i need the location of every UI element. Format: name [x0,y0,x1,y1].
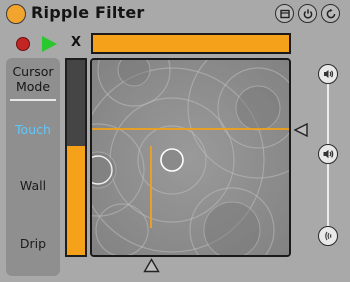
cursor-mode-divider [10,99,56,101]
x-label: X [71,35,82,50]
power-icon[interactable] [298,4,317,23]
device-activator-icon[interactable] [6,4,26,24]
layout-icon[interactable] [275,4,294,23]
x-slider[interactable] [91,33,291,54]
vertical-slider[interactable] [65,58,87,257]
cursor-mode-panel: Cursor Mode Touch Wall Drip [6,58,60,276]
cursor-mode-title-line1: Cursor [12,64,54,79]
record-button[interactable] [16,37,30,51]
wave-bottom-icon[interactable] [318,226,338,246]
wave-top-icon[interactable] [318,64,338,84]
device-title: Ripple Filter [31,3,145,22]
device-panel: Ripple Filter X Cursor Mode Touch Wall D… [0,0,350,282]
x-pointer-icon [143,258,160,273]
wave-middle-icon[interactable] [318,144,338,164]
refresh-icon[interactable] [321,4,340,23]
vertical-slider-fill [67,145,85,255]
y-pointer-icon [293,123,308,137]
cursor-ring [160,148,184,172]
cursor-mode-title-line2: Mode [15,79,51,94]
cursor-mode-title: Cursor Mode [6,64,60,94]
ripple-canvas [92,60,289,255]
mode-drip[interactable]: Drip [6,236,60,251]
ripple-pad[interactable] [90,58,291,257]
mode-wall[interactable]: Wall [6,178,60,193]
play-button[interactable] [42,36,57,52]
mode-touch[interactable]: Touch [6,122,60,137]
